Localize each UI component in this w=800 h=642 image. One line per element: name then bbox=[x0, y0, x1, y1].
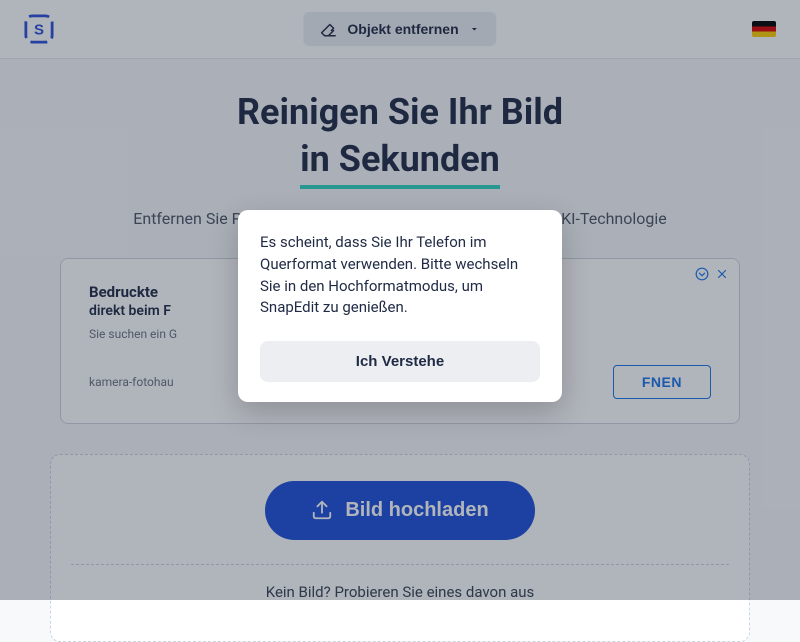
modal-message: Es scheint, dass Sie Ihr Telefon im Quer… bbox=[260, 232, 540, 319]
modal-overlay[interactable]: Es scheint, dass Sie Ihr Telefon im Quer… bbox=[0, 0, 800, 600]
orientation-modal: Es scheint, dass Sie Ihr Telefon im Quer… bbox=[238, 210, 562, 402]
modal-confirm-button[interactable]: Ich Verstehe bbox=[260, 341, 540, 382]
